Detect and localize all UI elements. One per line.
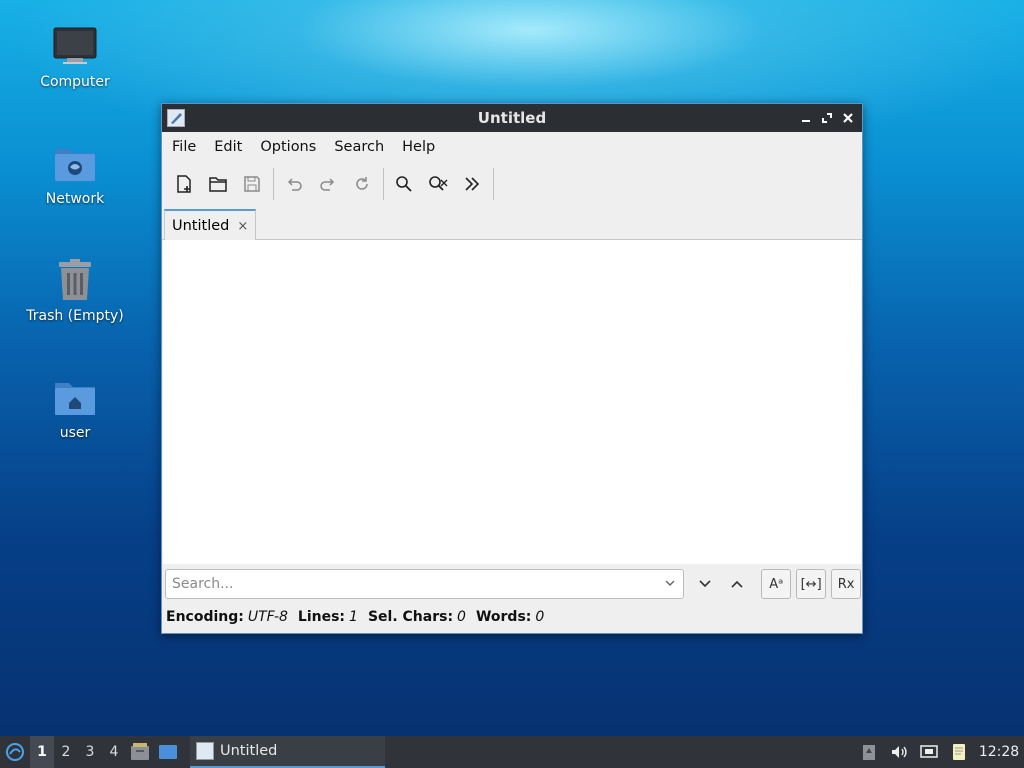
computer-icon bbox=[51, 22, 99, 70]
text-editor-area[interactable] bbox=[163, 240, 861, 564]
search-combobox[interactable] bbox=[165, 569, 685, 599]
tab-close-icon[interactable]: × bbox=[237, 219, 248, 234]
taskbar: 1 2 3 4 Untitled 12:28 bbox=[0, 736, 1024, 768]
search-bar: Aᵃ [↔] Rx bbox=[165, 568, 862, 600]
start-menu-button[interactable] bbox=[0, 736, 30, 768]
reload-button[interactable] bbox=[346, 168, 378, 200]
tray-item[interactable] bbox=[854, 736, 884, 768]
regex-button[interactable]: Rx bbox=[831, 569, 862, 599]
network-folder-icon bbox=[51, 139, 99, 187]
open-folder-icon bbox=[209, 177, 227, 192]
chevron-down-icon[interactable] bbox=[663, 576, 677, 594]
find-button[interactable] bbox=[388, 168, 420, 200]
new-file-button[interactable] bbox=[168, 168, 200, 200]
tab-bar: Untitled × bbox=[162, 206, 862, 241]
desktop-icon-trash[interactable]: Trash (Empty) bbox=[20, 256, 130, 324]
show-desktop-button[interactable] bbox=[154, 736, 182, 768]
notes-button[interactable] bbox=[944, 736, 974, 768]
desktop-icon-computer[interactable]: Computer bbox=[20, 22, 130, 90]
reload-icon bbox=[356, 177, 368, 190]
desktop-icon-network[interactable]: Network bbox=[20, 139, 130, 207]
menu-file[interactable]: File bbox=[166, 135, 202, 159]
volume-icon bbox=[892, 746, 907, 758]
menu-edit[interactable]: Edit bbox=[208, 135, 248, 159]
lines-label: Lines: bbox=[297, 609, 346, 625]
app-icon bbox=[196, 742, 214, 760]
close-button[interactable] bbox=[838, 108, 858, 128]
toolbar-separator bbox=[493, 168, 494, 200]
toolbar-separator bbox=[383, 168, 384, 200]
words-label: Words: bbox=[475, 609, 532, 625]
menu-search[interactable]: Search bbox=[328, 135, 390, 159]
file-manager-icon bbox=[131, 743, 149, 760]
app-icon bbox=[167, 109, 185, 127]
save-icon bbox=[244, 176, 260, 192]
menu-help[interactable]: Help bbox=[396, 135, 441, 159]
undo-icon bbox=[287, 178, 302, 191]
double-chevron-right-icon bbox=[465, 177, 480, 191]
note-icon bbox=[953, 744, 965, 760]
toolbar-separator bbox=[273, 168, 274, 200]
encoding-label: Encoding: bbox=[166, 609, 244, 625]
home-folder-icon bbox=[51, 373, 99, 421]
task-label: Untitled bbox=[220, 743, 278, 759]
taskbar-task-untitled[interactable]: Untitled bbox=[190, 736, 385, 768]
tab-label: Untitled bbox=[172, 218, 230, 234]
goto-line-button[interactable] bbox=[456, 168, 488, 200]
match-case-button[interactable]: Aᵃ bbox=[761, 569, 792, 599]
whole-word-button[interactable]: [↔] bbox=[796, 569, 827, 599]
maximize-button[interactable] bbox=[817, 108, 837, 128]
window-title: Untitled bbox=[477, 109, 547, 127]
workspace-4[interactable]: 4 bbox=[102, 736, 126, 768]
find-previous-button[interactable] bbox=[722, 569, 752, 599]
tab-untitled[interactable]: Untitled × bbox=[164, 209, 256, 241]
redo-icon bbox=[320, 178, 335, 191]
volume-button[interactable] bbox=[884, 736, 914, 768]
words-value: 0 bbox=[535, 609, 545, 625]
replace-button[interactable] bbox=[422, 168, 454, 200]
network-wired-icon bbox=[920, 745, 938, 758]
new-file-icon bbox=[177, 175, 191, 193]
find-replace-icon bbox=[429, 176, 448, 191]
chevron-up-icon bbox=[731, 580, 743, 588]
desktop-icon-label: Trash (Empty) bbox=[26, 308, 124, 324]
menu-options[interactable]: Options bbox=[254, 135, 322, 159]
clock[interactable]: 12:28 bbox=[974, 744, 1024, 760]
trash-icon bbox=[51, 256, 99, 304]
desktop-icon-label: Computer bbox=[40, 74, 110, 90]
system-tray: 12:28 bbox=[854, 736, 1024, 768]
workspace-3[interactable]: 3 bbox=[78, 736, 102, 768]
search-icon bbox=[396, 176, 412, 192]
desktop-icon-label: user bbox=[59, 425, 91, 441]
toolbar bbox=[162, 162, 862, 206]
lines-value: 1 bbox=[349, 609, 358, 625]
encoding-value: UTF-8 bbox=[247, 609, 288, 625]
undo-button[interactable] bbox=[278, 168, 310, 200]
window-titlebar[interactable]: Untitled bbox=[162, 104, 862, 132]
desktop-icon bbox=[159, 745, 177, 759]
sel-chars-label: Sel. Chars: bbox=[367, 609, 454, 625]
file-manager-launcher[interactable] bbox=[126, 736, 154, 768]
network-button[interactable] bbox=[914, 736, 944, 768]
text-editor-window: Untitled File Edit Options Search Help U… bbox=[161, 103, 863, 634]
lxqt-logo-icon bbox=[6, 743, 24, 761]
search-input[interactable] bbox=[172, 576, 652, 592]
desktop-icon-user[interactable]: user bbox=[20, 373, 130, 441]
open-file-button[interactable] bbox=[202, 168, 234, 200]
workspace-1[interactable]: 1 bbox=[30, 736, 54, 768]
workspace-2[interactable]: 2 bbox=[54, 736, 78, 768]
sel-chars-value: 0 bbox=[457, 609, 466, 625]
minimize-button[interactable] bbox=[796, 108, 816, 128]
save-button[interactable] bbox=[236, 168, 268, 200]
menubar: File Edit Options Search Help bbox=[162, 132, 862, 162]
desktop-icon-label: Network bbox=[45, 191, 105, 207]
status-bar: Encoding: UTF-8 Lines: 1 Sel. Chars: 0 W… bbox=[166, 607, 554, 627]
chevron-down-icon bbox=[699, 580, 711, 588]
clipboard-tray-icon bbox=[863, 745, 875, 760]
redo-button[interactable] bbox=[312, 168, 344, 200]
find-next-button[interactable] bbox=[690, 569, 720, 599]
